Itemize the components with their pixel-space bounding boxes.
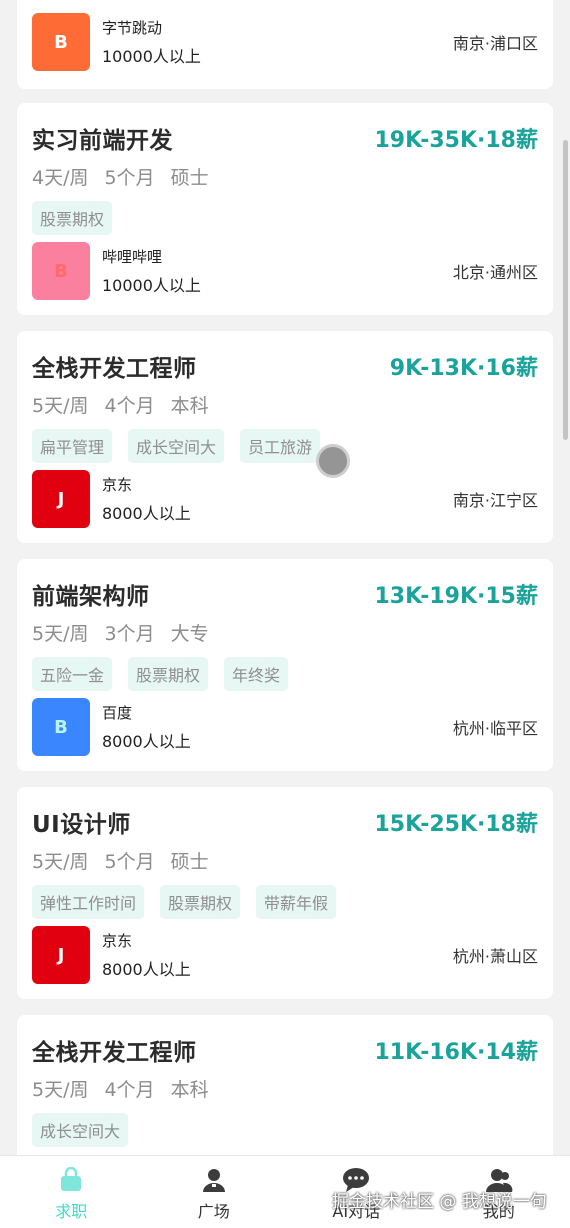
- job-card[interactable]: UI设计师 15K-25K·18薪 5天/周 5个月 硕士 弹性工作时间 股票期…: [17, 787, 553, 999]
- company-size: 10000人以上: [102, 47, 201, 66]
- job-title: UI设计师: [32, 812, 131, 838]
- company-logo: B: [32, 242, 90, 300]
- job-title: 全栈开发工程师: [32, 1040, 197, 1066]
- job-location: 北京·通州区: [452, 263, 538, 282]
- person-icon: [200, 1166, 228, 1194]
- card-header: 全栈开发工程师 11K-16K·14薪: [32, 1033, 538, 1067]
- company-name: 京东: [102, 932, 133, 950]
- scrollbar[interactable]: [563, 140, 568, 440]
- benefit-tag: 年终奖: [224, 657, 289, 691]
- job-title: 前端架构师: [32, 584, 150, 610]
- salary: 15K-25K·18薪: [374, 812, 538, 837]
- tag-list: 成长空间大: [32, 1113, 129, 1147]
- job-location: 杭州·临平区: [452, 719, 538, 738]
- company-logo: J: [32, 926, 90, 984]
- requirement-days: 5天/周: [32, 395, 89, 417]
- requirements: 5天/周 4个月 本科: [32, 1075, 209, 1102]
- briefcase-icon: [57, 1166, 85, 1194]
- requirement-days: 4天/周: [32, 167, 89, 189]
- job-card[interactable]: 实习前端开发 19K-35K·18薪 4天/周 5个月 硕士 股票期权 B 哔哩…: [17, 103, 553, 315]
- benefit-tag: 股票期权: [128, 657, 209, 691]
- company-row: B 哔哩哔哩 10000人以上 北京·通州区: [32, 242, 538, 300]
- requirements: 5天/周 3个月 大专: [32, 619, 209, 646]
- job-location: 南京·江宁区: [452, 491, 538, 510]
- salary: 19K-35K·18薪: [374, 128, 538, 153]
- company-name: 字节跳动: [102, 19, 163, 37]
- job-card[interactable]: 前端架构师 13K-19K·15薪 5天/周 3个月 大专 五险一金 股票期权 …: [17, 559, 553, 771]
- requirement-duration: 5个月: [104, 851, 155, 873]
- app-screen: B 字节跳动 10000人以上 南京·浦口区 实习前端开发 19K-35K·18…: [0, 0, 570, 1228]
- benefit-tag: 弹性工作时间: [32, 885, 145, 919]
- benefit-tag: 股票期权: [32, 201, 113, 235]
- requirement-degree: 大专: [170, 623, 209, 645]
- requirement-duration: 4个月: [104, 1079, 155, 1101]
- requirement-degree: 本科: [170, 395, 209, 417]
- requirement-duration: 4个月: [104, 395, 155, 417]
- card-header: 实习前端开发 19K-35K·18薪: [32, 121, 538, 155]
- company-info: 百度 8000人以上: [102, 702, 191, 752]
- tab-label: 广场: [197, 1202, 230, 1221]
- benefit-tag: 成长空间大: [32, 1113, 129, 1147]
- touch-cursor-indicator: [316, 444, 350, 478]
- tag-list: 弹性工作时间 股票期权 带薪年假: [32, 885, 337, 919]
- requirement-degree: 本科: [170, 1079, 209, 1101]
- company-info: 字节跳动 10000人以上: [102, 17, 201, 67]
- company-name: 京东: [102, 476, 133, 494]
- job-location: 杭州·萧山区: [452, 947, 538, 966]
- card-header: 全栈开发工程师 9K-13K·16薪: [32, 349, 538, 383]
- company-size: 10000人以上: [102, 276, 201, 295]
- company-row: J 京东 8000人以上 南京·江宁区: [32, 470, 538, 528]
- requirement-days: 5天/周: [32, 1079, 89, 1101]
- company-logo: B: [32, 698, 90, 756]
- card-header: 前端架构师 13K-19K·15薪: [32, 577, 538, 611]
- company-info: 哔哩哔哩 10000人以上: [102, 246, 201, 296]
- job-card[interactable]: 全栈开发工程师 9K-13K·16薪 5天/周 4个月 本科 扁平管理 成长空间…: [17, 331, 553, 543]
- benefit-tag: 员工旅游: [240, 429, 321, 463]
- company-size: 8000人以上: [102, 732, 191, 751]
- company-name: 哔哩哔哩: [102, 248, 163, 266]
- company-info: 京东 8000人以上: [102, 474, 191, 524]
- requirements: 5天/周 4个月 本科: [32, 391, 209, 418]
- salary: 11K-16K·14薪: [374, 1040, 538, 1065]
- requirement-degree: 硕士: [170, 167, 209, 189]
- company-logo: B: [32, 13, 90, 71]
- company-row: B 百度 8000人以上 杭州·临平区: [32, 698, 538, 756]
- requirement-days: 5天/周: [32, 851, 89, 873]
- requirements: 4天/周 5个月 硕士: [32, 163, 209, 190]
- job-title: 全栈开发工程师: [32, 356, 197, 382]
- benefit-tag: 五险一金: [32, 657, 113, 691]
- salary: 13K-19K·15薪: [374, 584, 538, 609]
- company-logo: J: [32, 470, 90, 528]
- tab-label: 求职: [55, 1202, 88, 1221]
- benefit-tag: 扁平管理: [32, 429, 113, 463]
- job-title: 实习前端开发: [32, 128, 173, 154]
- company-size: 8000人以上: [102, 504, 191, 523]
- company-row: B 字节跳动 10000人以上 南京·浦口区: [32, 13, 538, 71]
- requirements: 5天/周 5个月 硕士: [32, 847, 209, 874]
- company-size: 8000人以上: [102, 960, 191, 979]
- tag-list: 五险一金 股票期权 年终奖: [32, 657, 289, 691]
- benefit-tag: 股票期权: [160, 885, 241, 919]
- salary: 9K-13K·16薪: [389, 356, 538, 381]
- card-header: UI设计师 15K-25K·18薪: [32, 805, 538, 839]
- benefit-tag: 带薪年假: [256, 885, 337, 919]
- job-location: 南京·浦口区: [452, 34, 538, 53]
- requirement-duration: 3个月: [104, 623, 155, 645]
- requirement-days: 5天/周: [32, 623, 89, 645]
- requirement-degree: 硕士: [170, 851, 209, 873]
- job-card[interactable]: B 字节跳动 10000人以上 南京·浦口区: [17, 0, 553, 89]
- benefit-tag: 成长空间大: [128, 429, 225, 463]
- company-name: 百度: [102, 704, 133, 722]
- tab-job-search[interactable]: 求职: [0, 1156, 143, 1228]
- tab-square[interactable]: 广场: [143, 1156, 286, 1228]
- company-row: J 京东 8000人以上 杭州·萧山区: [32, 926, 538, 984]
- company-info: 京东 8000人以上: [102, 930, 191, 980]
- tag-list: 扁平管理 成长空间大 员工旅游: [32, 429, 321, 463]
- watermark: 掘金技术社区 @ 我想说一句: [332, 1192, 547, 1212]
- requirement-duration: 5个月: [104, 167, 155, 189]
- tag-list: 股票期权: [32, 201, 113, 235]
